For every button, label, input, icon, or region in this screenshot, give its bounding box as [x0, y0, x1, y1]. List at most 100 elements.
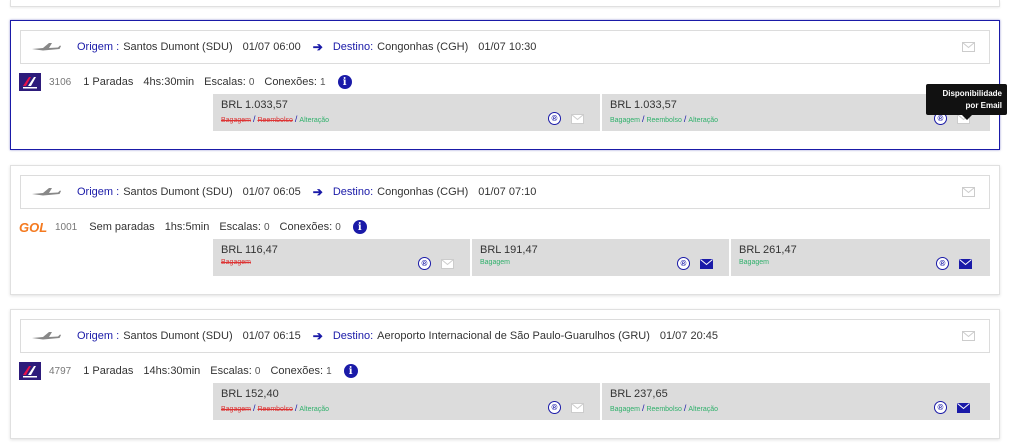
bagagem-tag: Bagagem	[610, 406, 640, 413]
plane-icon	[31, 40, 61, 54]
fare-options: BRL 116,47 Bagagem ® BRL 191,47 Bagagem …	[213, 239, 990, 276]
reembolso-tag: Reembolso	[257, 406, 293, 413]
tag-separator: /	[683, 114, 687, 124]
fare-tags: Bagagem / Reembolso / Alteração	[221, 114, 329, 124]
fare-option[interactable]: BRL 152,40 Bagagem / Reembolso / Alteração ®	[213, 383, 602, 420]
latam-logo	[19, 73, 41, 91]
fare-tags: Bagagem	[739, 259, 769, 266]
fare-price: BRL 116,47	[221, 244, 278, 256]
registered-icon[interactable]: ®	[548, 112, 561, 125]
origem-value: Santos Dumont (SDU)	[123, 330, 233, 342]
alteracao-tag: Alteração	[688, 406, 718, 413]
conexoes-label: Conexões:	[279, 221, 333, 233]
bagagem-tag: Bagagem	[480, 259, 510, 266]
reembolso-tag: Reembolso	[646, 117, 682, 124]
origem-time: 01/07 06:15	[242, 330, 301, 342]
fare-tags: Bagagem / Reembolso / Alteração	[610, 114, 718, 124]
arrow-right-icon: ➔	[312, 40, 323, 54]
flight-card[interactable]: Origem : Santos Dumont (SDU) 01/07 06:00…	[10, 20, 1000, 150]
fare-option[interactable]: BRL 1.033,57 Bagagem / Reembolso / Alteração…	[213, 94, 602, 131]
info-icon[interactable]: i	[352, 220, 367, 234]
envelope-icon[interactable]	[957, 403, 970, 413]
destino-label: Destino:	[332, 41, 374, 53]
origem-value: Santos Dumont (SDU)	[123, 41, 233, 53]
registered-icon[interactable]: ®	[677, 257, 690, 270]
flight-info-row: GOL 1001 Sem paradas 1hs:5min Escalas: 0…	[19, 218, 367, 236]
envelope-icon[interactable]	[700, 259, 713, 269]
fare-tags: Bagagem	[480, 259, 510, 266]
info-icon[interactable]: i	[343, 364, 358, 378]
envelope-icon[interactable]	[962, 187, 975, 197]
conexoes-value: 1	[326, 366, 332, 377]
origem-time: 01/07 06:00	[242, 41, 301, 53]
fare-options: BRL 152,40 Bagagem / Reembolso / Alteração ®…	[213, 383, 990, 420]
fare-price: BRL 1.033,57	[221, 99, 288, 111]
tag-separator: /	[641, 403, 645, 413]
origem-time: 01/07 06:05	[242, 186, 301, 198]
destino-label: Destino:	[332, 186, 374, 198]
fare-price: BRL 152,40	[221, 388, 279, 400]
reembolso-tag: Reembolso	[646, 406, 682, 413]
tag-separator: /	[683, 403, 687, 413]
conexoes-info: Conexões: 1	[264, 76, 325, 88]
flight-card[interactable]: Origem : Santos Dumont (SDU) 01/07 06:05…	[10, 165, 1000, 295]
tag-separator: /	[252, 403, 256, 413]
bagagem-tag: Bagagem	[221, 117, 251, 124]
bagagem-tag: Bagagem	[610, 117, 640, 124]
conexoes-label: Conexões:	[264, 76, 317, 88]
fare-option[interactable]: BRL 116,47 Bagagem ®	[213, 239, 472, 276]
destino-time: 01/07 20:45	[659, 330, 718, 342]
info-icon[interactable]: i	[337, 75, 352, 89]
envelope-icon[interactable]	[571, 114, 584, 124]
registered-icon[interactable]: ®	[418, 257, 431, 270]
flight-number: 1001	[55, 221, 78, 233]
latam-logo	[19, 362, 41, 380]
envelope-icon[interactable]	[571, 403, 584, 413]
escalas-info: Escalas: 0	[210, 365, 260, 377]
tag-separator: /	[641, 114, 645, 124]
tooltip-line-1: Disponibilidade	[942, 89, 1002, 98]
flight-number: 3106	[49, 76, 72, 88]
stops-text: Sem paradas	[89, 221, 155, 233]
envelope-icon[interactable]	[441, 259, 454, 269]
tag-separator: /	[294, 114, 298, 124]
fare-option[interactable]: BRL 191,47 Bagagem ®	[472, 239, 731, 276]
arrow-right-icon: ➔	[312, 185, 323, 199]
envelope-icon[interactable]	[959, 259, 972, 269]
flight-number: 4797	[49, 365, 72, 377]
fare-price: BRL 1.033,57	[610, 99, 677, 111]
conexoes-label: Conexões:	[270, 365, 324, 377]
escalas-info: Escalas: 0	[204, 76, 254, 88]
gol-logo: GOL	[19, 218, 49, 236]
destino-value: Aeroporto Internacional de São Paulo-Gua…	[377, 330, 650, 342]
fare-option[interactable]: BRL 237,65 Bagagem / Reembolso / Alteração ®	[602, 383, 990, 420]
envelope-icon[interactable]	[962, 42, 975, 52]
escalas-value: 0	[248, 77, 255, 88]
conexoes-value: 1	[320, 77, 326, 88]
envelope-icon[interactable]	[962, 331, 975, 341]
escalas-info: Escalas: 0	[219, 221, 269, 233]
fare-option[interactable]: BRL 261,47 Bagagem ®	[731, 239, 990, 276]
origem-label: Origem :	[77, 330, 120, 342]
flight-card[interactable]: Origem : Santos Dumont (SDU) 01/07 06:15…	[10, 309, 1000, 439]
route-bar: Origem : Santos Dumont (SDU) 01/07 06:15…	[20, 319, 990, 353]
origem-value: Santos Dumont (SDU)	[123, 186, 233, 198]
registered-icon[interactable]: ®	[934, 401, 947, 414]
origem-label: Origem :	[77, 41, 120, 53]
alteracao-tag: Alteração	[299, 117, 329, 124]
registered-icon[interactable]: ®	[936, 257, 949, 270]
flight-info-row: 3106 1 Paradas 4hs:30min Escalas: 0 Cone…	[19, 73, 352, 91]
escalas-label: Escalas:	[204, 76, 246, 88]
fare-tags: Bagagem / Reembolso / Alteração	[221, 403, 329, 413]
escalas-label: Escalas:	[219, 221, 261, 233]
escalas-value: 0	[263, 222, 270, 233]
destino-time: 01/07 10:30	[478, 41, 537, 53]
route-bar: Origem : Santos Dumont (SDU) 01/07 06:05…	[20, 175, 990, 209]
arrow-right-icon: ➔	[312, 329, 323, 343]
registered-icon[interactable]: ®	[548, 401, 561, 414]
stops-text: 1 Paradas	[83, 76, 134, 88]
flight-info-row: 4797 1 Paradas 14hs:30min Escalas: 0 Con…	[19, 362, 358, 380]
fare-tags: Bagagem	[221, 259, 251, 266]
fare-tags: Bagagem / Reembolso / Alteração	[610, 403, 718, 413]
escalas-label: Escalas:	[210, 365, 252, 377]
